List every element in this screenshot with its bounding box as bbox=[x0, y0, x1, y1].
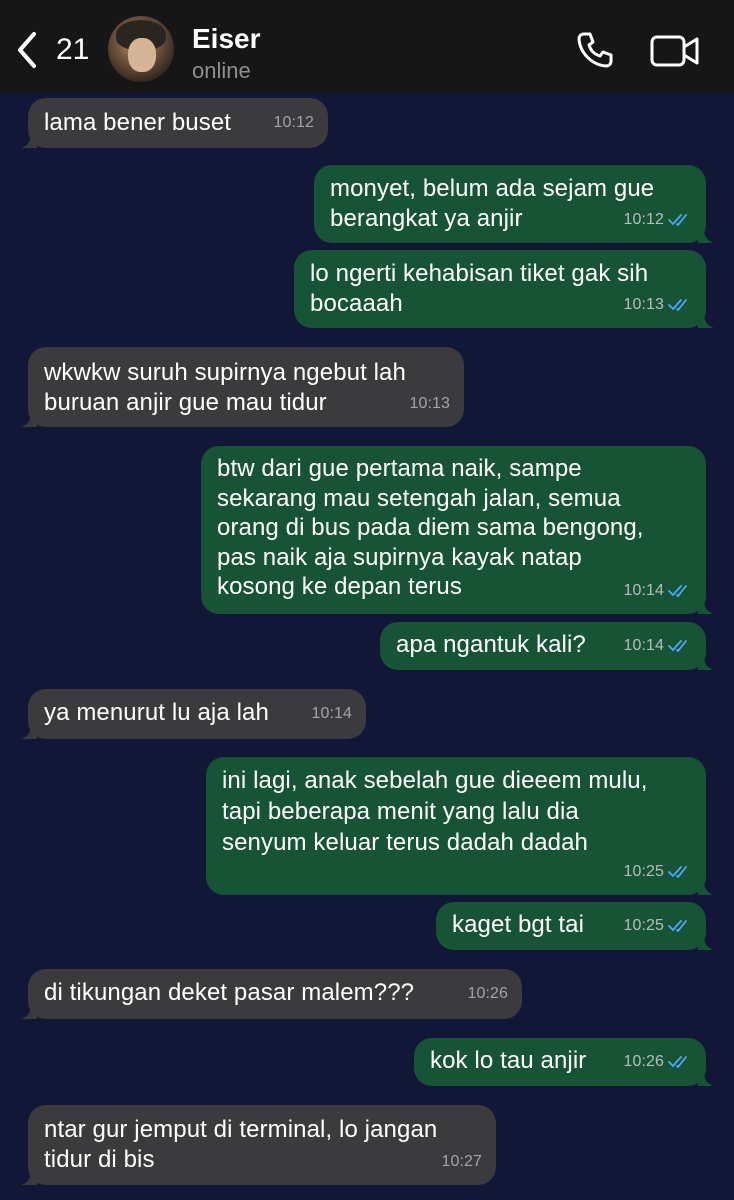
message-time: 10:27 bbox=[441, 1153, 482, 1170]
message-bubble-incoming[interactable]: wkwkw suruh supirnya ngebut lah buruan a… bbox=[21, 347, 464, 427]
double-check-icon bbox=[668, 1056, 687, 1069]
message-time: 10:12 bbox=[623, 205, 692, 235]
chevron-left-icon bbox=[18, 32, 36, 68]
message-bubble-outgoing[interactable]: monyet, belum ada sejam gue berangkat ya… bbox=[314, 165, 714, 243]
phone-icon[interactable] bbox=[575, 30, 615, 70]
message-bubble-outgoing[interactable]: kaget bgt tai 10:25 bbox=[436, 902, 714, 950]
contact-info[interactable]: Eiser online bbox=[192, 22, 261, 84]
message-text: ntar gur jemput di terminal, lo jangan t… bbox=[44, 1116, 438, 1173]
message-text: wkwkw suruh supirnya ngebut lah buruan a… bbox=[44, 359, 406, 416]
double-check-icon bbox=[668, 640, 687, 653]
message-bubble-outgoing[interactable]: ini lagi, anak sebelah gue dieeem mulu, … bbox=[206, 757, 714, 895]
message-bubble-outgoing[interactable]: btw dari gue pertama naik, sampe sekaran… bbox=[201, 446, 714, 614]
message-bubble-incoming[interactable]: lama bener buset 10:12 bbox=[21, 98, 328, 148]
double-check-icon bbox=[668, 299, 687, 312]
avatar[interactable] bbox=[108, 16, 174, 82]
message-list[interactable]: lama bener buset 10:12 monyet, belum ada… bbox=[0, 92, 734, 1200]
video-camera-icon[interactable] bbox=[650, 34, 700, 68]
message-text: ini lagi, anak sebelah gue dieeem mulu, … bbox=[222, 767, 648, 856]
message-text: lama bener buset bbox=[44, 109, 232, 136]
message-time: 10:26 bbox=[623, 1047, 692, 1077]
message-time: 10:25 bbox=[623, 911, 692, 941]
double-check-icon bbox=[668, 920, 687, 933]
message-text: btw dari gue pertama naik, sampe sekaran… bbox=[217, 455, 644, 600]
message-time: 10:14 bbox=[623, 631, 692, 661]
message-time: 10:26 bbox=[467, 985, 508, 1002]
double-check-icon bbox=[668, 214, 687, 227]
message-bubble-incoming[interactable]: ntar gur jemput di terminal, lo jangan t… bbox=[21, 1105, 496, 1185]
message-bubble-outgoing[interactable]: apa ngantuk kali? 10:14 bbox=[380, 622, 714, 670]
message-time: 10:25 bbox=[623, 857, 692, 887]
message-time: 10:12 bbox=[273, 114, 314, 131]
message-time: 10:13 bbox=[623, 290, 692, 320]
message-text: ya menurut lu aja lah bbox=[44, 699, 269, 726]
message-time: 10:14 bbox=[311, 705, 352, 722]
message-text: di tikungan deket pasar malem??? bbox=[44, 979, 415, 1006]
double-check-icon bbox=[668, 585, 687, 598]
message-time: 10:13 bbox=[409, 395, 450, 412]
chat-header: 21 Eiser online bbox=[0, 0, 734, 92]
message-bubble-outgoing[interactable]: lo ngerti kehabisan tiket gak sih bocaaa… bbox=[294, 250, 714, 328]
double-check-icon bbox=[668, 866, 687, 879]
message-time: 10:14 bbox=[623, 576, 692, 606]
contact-name: Eiser bbox=[192, 23, 261, 54]
message-bubble-incoming[interactable]: ya menurut lu aja lah 10:14 bbox=[21, 689, 366, 739]
unread-count: 21 bbox=[56, 33, 90, 66]
message-bubble-outgoing[interactable]: kok lo tau anjir 10:26 bbox=[414, 1038, 714, 1086]
message-bubble-incoming[interactable]: di tikungan deket pasar malem??? 10:26 bbox=[21, 969, 522, 1019]
back-button[interactable]: 21 bbox=[14, 30, 89, 70]
contact-status: online bbox=[192, 58, 251, 83]
